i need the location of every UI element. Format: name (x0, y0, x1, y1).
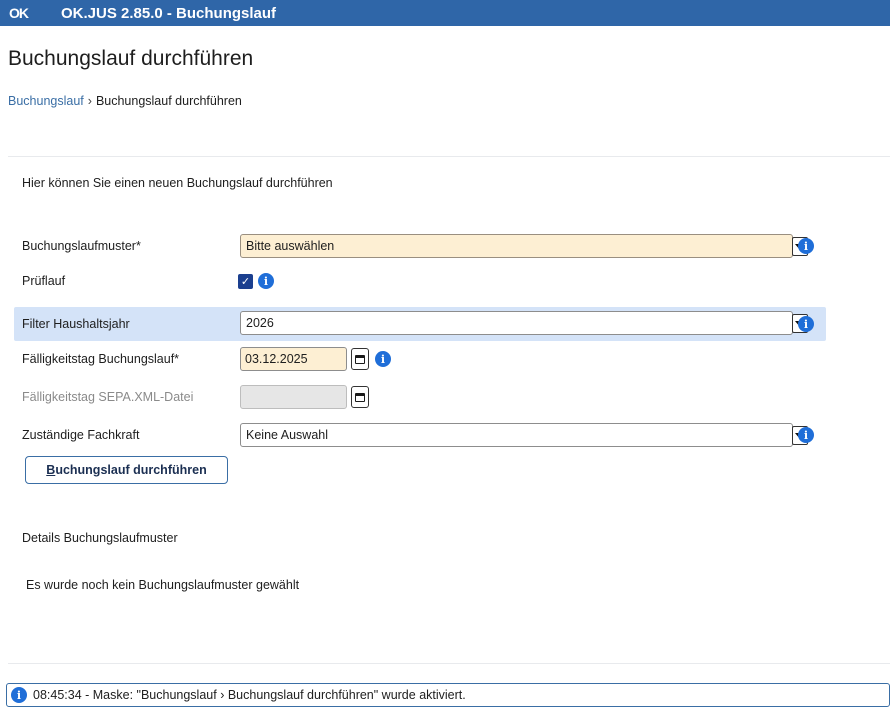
prueflauf-label: Prüflauf (22, 274, 66, 288)
buchungslaufmuster-label: Buchungslaufmuster* (22, 239, 141, 253)
calendar-button[interactable] (351, 386, 369, 408)
calendar-button[interactable] (351, 348, 369, 370)
zustaendige-fachkraft-value: Keine Auswahl (246, 428, 329, 442)
details-text: Es wurde noch kein Buchungslaufmuster ge… (26, 578, 300, 592)
info-icon[interactable]: i (375, 351, 391, 367)
prueflauf-checkbox[interactable]: ✓ (238, 273, 253, 289)
zustaendige-fachkraft-label: Zuständige Fachkraft (22, 428, 140, 442)
faelligkeitstag-buchungslauf-label: Fälligkeitstag Buchungslauf* (22, 352, 180, 366)
faelligkeitstag-sepa-input (240, 385, 347, 409)
filter-haushaltsjahr-select[interactable]: 2026 (240, 311, 808, 335)
button-label: uchungslauf durchführen (55, 463, 207, 477)
filter-haushaltsjahr-label: Filter Haushaltsjahr (22, 317, 130, 331)
row-faelligkeitstag-sepa: Fälligkeitstag SEPA.XML-Datei (14, 382, 826, 412)
breadcrumb-separator: › (87, 94, 92, 108)
buchungslaufmuster-select[interactable]: Bitte auswählen (240, 234, 808, 258)
filter-haushaltsjahr-value: 2026 (246, 316, 274, 330)
divider-bottom (8, 663, 890, 664)
intro-text: Hier können Sie einen neuen Buchungslauf… (22, 176, 333, 190)
info-icon[interactable]: i (258, 273, 274, 289)
row-prueflauf: Prüflauf ✓ i (14, 266, 826, 296)
calendar-icon (355, 392, 365, 402)
faelligkeitstag-buchungslauf-input[interactable]: 03.12.2025 (240, 347, 347, 371)
title-bar: OK OK.JUS 2.85.0 - Buchungslauf (0, 0, 890, 26)
info-icon: i (11, 687, 27, 703)
accesskey-letter: B (46, 463, 56, 477)
faelligkeitstag-buchungslauf-value: 03.12.2025 (245, 352, 308, 366)
window-title: OK.JUS 2.85.0 - Buchungslauf (61, 4, 277, 22)
breadcrumb-link-buchungslauf[interactable]: Buchungslauf (8, 94, 84, 108)
calendar-icon (355, 354, 365, 364)
info-icon[interactable]: i (798, 238, 814, 254)
row-faelligkeitstag-buchungslauf: Fälligkeitstag Buchungslauf* 03.12.2025 … (14, 344, 826, 374)
breadcrumb-current: Buchungslauf durchführen (95, 94, 242, 108)
details-heading: Details Buchungslaufmuster (22, 531, 178, 545)
buchungslauf-durchfuehren-button[interactable]: Buchungslauf durchführen (25, 456, 228, 484)
faelligkeitstag-sepa-label: Fälligkeitstag SEPA.XML-Datei (22, 390, 194, 404)
row-zustaendige-fachkraft: Zuständige Fachkraft Keine Auswahl i (14, 420, 826, 450)
status-message: 08:45:34 - Maske: "Buchungslauf › Buchun… (33, 688, 466, 702)
status-bar: i 08:45:34 - Maske: "Buchungslauf › Buch… (6, 683, 890, 707)
zustaendige-fachkraft-select[interactable]: Keine Auswahl (240, 423, 808, 447)
info-icon[interactable]: i (798, 427, 814, 443)
divider-top (8, 156, 890, 157)
breadcrumb: Buchungslauf › Buchungslauf durchführen (8, 94, 242, 108)
app-logo: OK (9, 5, 29, 21)
buchungslaufmuster-value: Bitte auswählen (246, 239, 335, 253)
row-buchungslaufmuster: Buchungslaufmuster* Bitte auswählen i (14, 231, 826, 261)
row-filter-haushaltsjahr: Filter Haushaltsjahr 2026 i (14, 307, 826, 341)
page-title: Buchungslauf durchführen (8, 47, 254, 70)
info-icon[interactable]: i (798, 316, 814, 332)
